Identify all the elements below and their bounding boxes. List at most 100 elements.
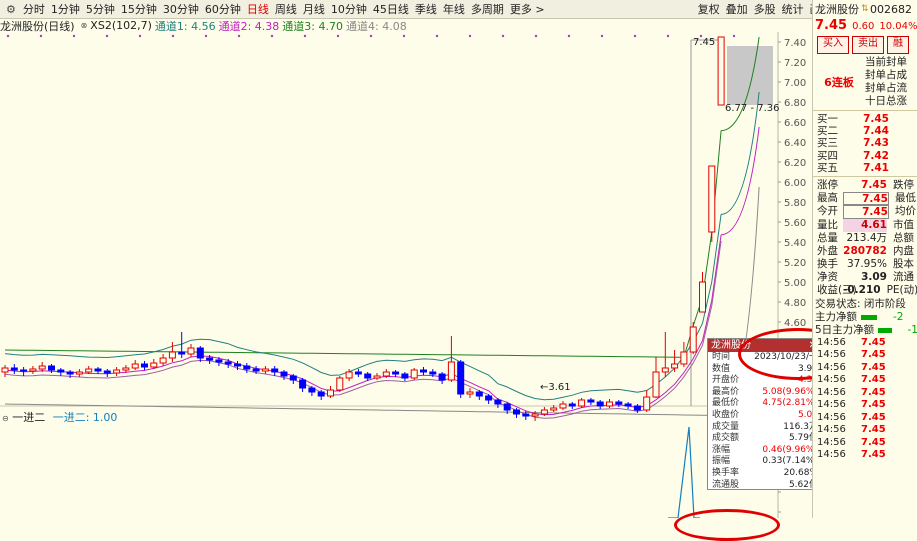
candle-body — [252, 368, 260, 372]
tick-price: 7.45 — [861, 399, 886, 411]
popup-row: 最高价 5.08(9.96%) — [708, 387, 820, 399]
indicator-legend: 龙洲股份(日线) ⊗ XS2(102,7) 通道1: 4.56 通道2: 4.3… — [0, 19, 780, 33]
period-tab[interactable]: 15分钟 — [118, 1, 160, 17]
tick-price: 7.45 — [861, 424, 886, 436]
candle-body — [1, 367, 9, 373]
tick-price: 7.45 — [861, 436, 886, 448]
trade-ticks[interactable]: 14:56 7.45 14:56 7.45 14:56 7.45 14:56 7.45 14:5… — [813, 337, 917, 462]
y-tick-label: 6.20 — [784, 158, 806, 169]
sub-close-icon[interactable]: ⊖ — [2, 414, 9, 423]
tool-button[interactable]: 叠加 — [723, 1, 751, 17]
buy-button[interactable]: 买入 — [817, 36, 849, 54]
popup-row: 成交量 116.3万 — [708, 422, 820, 434]
quote-panel: 龙洲股份 ⇅ 002682 7.45 0.60 10.04% 买入 卖出 融 6… — [812, 0, 917, 518]
stock-name: 龙洲股份 — [815, 3, 859, 16]
period-tab[interactable]: 多周期 — [468, 1, 507, 17]
trade-tick-row: 14:56 7.45 — [813, 437, 917, 450]
candle-body — [66, 371, 74, 375]
candle-body — [187, 347, 195, 355]
period-tab[interactable]: 60分钟 — [202, 1, 244, 17]
popup-key: 换手率 — [712, 467, 740, 478]
order-book-row: 买五 7.41 — [813, 162, 917, 174]
sync-icon[interactable]: ⇅ — [861, 4, 869, 14]
candle-body — [708, 165, 716, 233]
period-tab[interactable]: 45日线 — [370, 1, 412, 17]
tick-price: 7.45 — [861, 411, 886, 423]
popup-key: 振幅 — [712, 456, 731, 467]
candle-body — [624, 403, 632, 407]
stat-key-2: PE(动) — [886, 284, 917, 297]
sell-button[interactable]: 卖出 — [852, 36, 884, 54]
period-tab[interactable]: 1分钟 — [48, 1, 83, 17]
y-tick-label: 5.20 — [784, 258, 806, 269]
stat-key: 换手 — [817, 258, 838, 271]
y-tick-label: 5.60 — [784, 218, 806, 229]
marker-dot — [567, 34, 571, 38]
period-tab[interactable]: 周线 — [272, 1, 300, 17]
stat-value: 7.45 — [861, 178, 887, 191]
period-tab[interactable]: 10分钟 — [328, 1, 370, 17]
stat-row: 今开 7.45 均价 — [813, 205, 917, 219]
marker-dot — [732, 34, 736, 38]
tick-time: 14:56 — [817, 361, 846, 373]
period-tab[interactable]: 季线 — [412, 1, 440, 17]
marker-dot — [237, 34, 241, 38]
candle-body — [410, 369, 418, 379]
order-book-row: 买二 7.44 — [813, 125, 917, 137]
stat-key-2: 股本 — [893, 258, 914, 271]
order-level: 买五 — [817, 161, 838, 174]
candle-body — [568, 403, 576, 407]
popup-row: 流通股 5.62亿 — [708, 480, 820, 492]
candle-body — [382, 371, 390, 377]
marker-dot — [369, 34, 373, 38]
stat-key-2: 内盘 — [893, 244, 914, 257]
marker-dot — [666, 34, 670, 38]
candle-body — [29, 368, 37, 372]
period-tab[interactable]: 月线 — [300, 1, 328, 17]
period-tab[interactable]: 5分钟 — [83, 1, 118, 17]
y-tick-label: 5.00 — [784, 278, 806, 289]
marker-dot — [105, 34, 109, 38]
candle-body — [113, 369, 121, 374]
sub-indicator-name: 一进二 — [12, 411, 46, 424]
kline-svg[interactable]: 7.40 7.20 7.00 6.80 6.60 6.40 6.20 6.00 5.80 5.60… — [0, 32, 812, 518]
tick-time: 14:56 — [817, 411, 846, 423]
stat-key-2: 市值 — [893, 218, 914, 231]
candle-body — [392, 371, 400, 375]
period-tab[interactable]: 日线 — [244, 1, 272, 17]
y-tick-label: 7.00 — [784, 78, 806, 89]
candle-body — [206, 357, 214, 361]
period-tab[interactable]: 分时 — [20, 1, 48, 17]
kline-chart[interactable]: 7.40 7.20 7.00 6.80 6.60 6.40 6.20 6.00 5.80 5.60… — [0, 32, 812, 518]
stat-value: 7.45 — [843, 192, 889, 206]
low-label: ←3.61 — [540, 382, 571, 393]
tool-button[interactable]: 多股 — [751, 1, 779, 17]
period-tab[interactable]: 更多 > — [507, 1, 548, 17]
candle-body — [289, 375, 297, 381]
tool-button[interactable]: 复权 — [695, 1, 723, 17]
candle-body — [271, 368, 279, 373]
y-tick-label: 5.40 — [784, 238, 806, 249]
trade-tick-row: 14:56 7.45 — [813, 349, 917, 362]
marker-dot — [402, 34, 406, 38]
popup-key: 涨幅 — [712, 444, 731, 455]
period-tab[interactable]: 年线 — [440, 1, 468, 17]
marker-dot — [468, 34, 472, 38]
candle-body — [122, 367, 130, 371]
marker-dot — [270, 34, 274, 38]
close-circle-icon[interactable]: ⊗ — [81, 21, 88, 30]
period-tab[interactable]: 30分钟 — [160, 1, 202, 17]
settings-icon[interactable]: ⚙ — [0, 3, 20, 16]
margin-button[interactable]: 融 — [887, 36, 909, 54]
candle-body — [327, 389, 334, 397]
candle-body — [345, 371, 353, 379]
popup-key: 时间 — [712, 352, 731, 362]
channel-extension — [721, 126, 760, 236]
stat-key-2: 跌停 — [893, 178, 914, 191]
limit-board-tag: 6连板 — [824, 76, 854, 89]
stat-value: 213.4万 — [846, 231, 887, 244]
candle-body — [141, 363, 148, 368]
tool-button[interactable]: 统计 — [779, 1, 807, 17]
order-level: 买一 — [817, 113, 838, 125]
stock-code: 002682 — [870, 2, 912, 16]
